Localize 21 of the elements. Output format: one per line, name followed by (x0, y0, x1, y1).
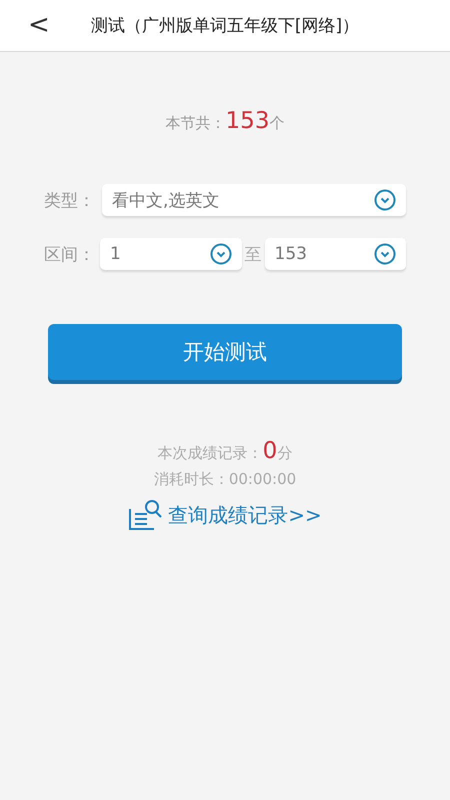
score-records-link[interactable]: 查询成绩记录>> (168, 502, 322, 528)
chevron-down-icon (374, 189, 396, 211)
type-label: 类型： (44, 190, 96, 212)
word-count: 153 (226, 108, 270, 134)
chevron-down-icon (210, 243, 232, 265)
score-value: 0 (262, 438, 278, 464)
count-unit: 个 (269, 114, 284, 133)
dropdown-field[interactable]: 1 (100, 238, 242, 270)
range-separator: 至 (244, 244, 262, 266)
score-label: 本次成绩记录： (158, 444, 263, 463)
start-test-button[interactable]: 开始测试 (48, 324, 402, 380)
dropdown-field[interactable]: 看中文,选英文 (102, 184, 406, 216)
back-button[interactable]: < (22, 10, 56, 40)
chevron-down-icon (374, 243, 396, 265)
score-unit: 分 (277, 444, 292, 463)
range-label: 区间： (44, 244, 96, 266)
total-label: 本节共： (166, 114, 226, 133)
dropdown-field[interactable]: 153 (264, 238, 406, 270)
time-value: 00:00:00 (228, 470, 296, 488)
page-title: 测试（广州版单词五年级下[网络]） (90, 15, 360, 37)
time-label: 消耗时长： (154, 470, 229, 489)
